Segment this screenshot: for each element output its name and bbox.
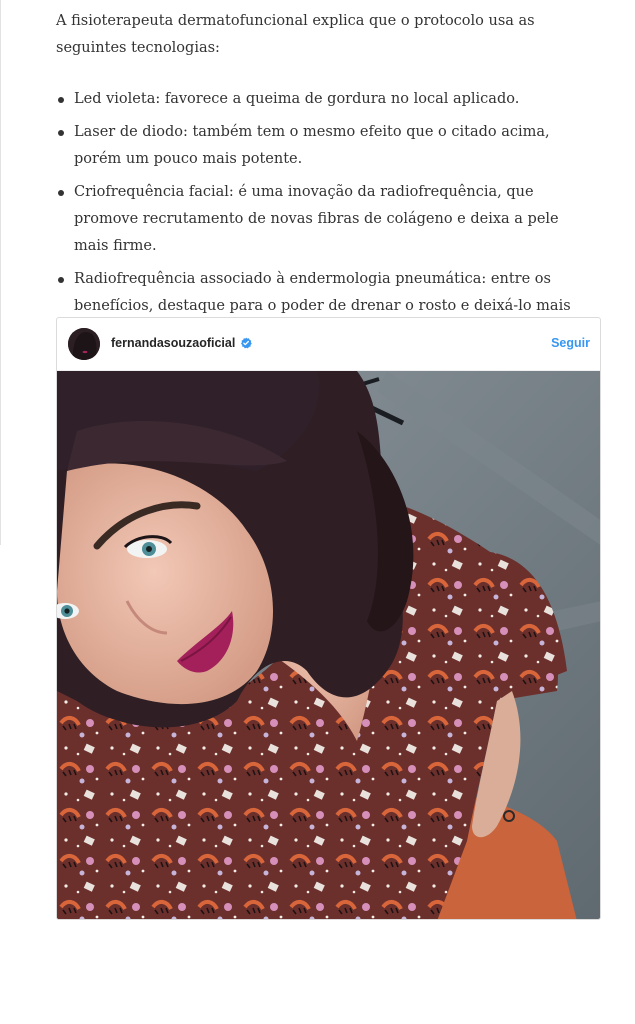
list-item-text: Laser de diodo: também tem o mesmo efeit… <box>74 124 550 167</box>
list-item-text: Led violeta: favorece a queima de gordur… <box>74 91 520 107</box>
list-item: Criofrequência facial: é uma inovação da… <box>56 179 596 260</box>
instagram-embed: fernandasouzaoficial Seguir <box>56 317 601 920</box>
username-link[interactable]: fernandasouzaoficial <box>111 336 235 350</box>
selfie-photo-illustration <box>57 371 600 919</box>
profile-avatar[interactable] <box>68 328 100 360</box>
article-intro-paragraph: A fisioterapeuta dermatofuncional explic… <box>56 13 535 56</box>
post-photo[interactable] <box>57 371 600 919</box>
follow-button[interactable]: Seguir <box>551 336 590 350</box>
list-item: Laser de diodo: também tem o mesmo efeit… <box>56 119 596 173</box>
left-divider <box>0 0 1 545</box>
avatar-image <box>68 328 100 360</box>
bullet-icon <box>58 130 64 136</box>
verified-badge-icon <box>241 337 252 349</box>
article-page: A fisioterapeuta dermatofuncional explic… <box>0 0 635 1024</box>
list-item-text: Criofrequência facial: é uma inovação da… <box>74 184 559 254</box>
bullet-icon <box>58 277 64 283</box>
bullet-icon <box>58 190 64 196</box>
technology-list: Led violeta: favorece a queima de gordur… <box>56 86 596 353</box>
list-item: Led violeta: favorece a queima de gordur… <box>56 86 596 113</box>
embed-header: fernandasouzaoficial Seguir <box>57 318 600 371</box>
bullet-icon <box>58 97 64 103</box>
